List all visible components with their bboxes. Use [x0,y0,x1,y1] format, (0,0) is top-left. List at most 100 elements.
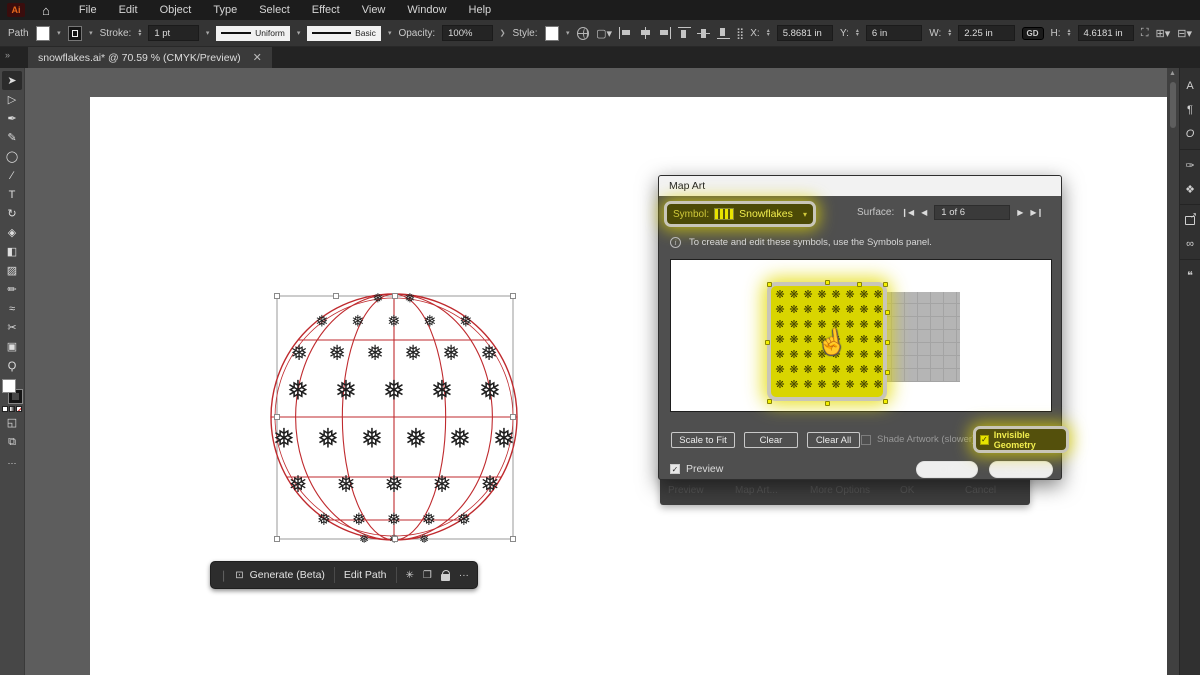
tab-close-icon[interactable]: ✕ [253,51,262,64]
selection-anchor[interactable] [885,370,890,375]
stroke-weight-chevron-icon[interactable]: ▾ [206,29,210,37]
align-right-icon[interactable] [658,27,671,39]
next-surface-icon[interactable]: ▶ [1017,208,1023,217]
menu-item-effect[interactable]: Effect [301,0,351,20]
export-panel-icon[interactable] [1180,208,1200,232]
selection-anchor[interactable] [767,399,772,404]
swatches-panel-icon[interactable]: ❖ [1180,177,1200,201]
toolbar-more-icon[interactable]: ··· [2,453,22,472]
scroll-up-icon[interactable]: ▲ [1169,70,1176,77]
h-stepper[interactable]: ▴▾ [1068,29,1071,37]
menu-item-object[interactable]: Object [149,0,203,20]
selection-anchor[interactable] [765,340,770,345]
opentype-panel-icon[interactable]: O [1180,122,1200,146]
last-surface-icon[interactable]: ▶❙ [1030,208,1043,217]
fill-stroke-indicator[interactable] [2,379,22,403]
vertical-scrollbar[interactable]: ▲ [1167,68,1179,675]
symbol-dropdown[interactable]: Symbol: Snowflakes ▾ [664,201,816,227]
artboard-tool[interactable]: ▣ [2,337,22,356]
paragraph-panel-icon[interactable]: ¶ [1180,98,1200,122]
isolate-mode-icon[interactable]: ⊞▾ [1156,27,1171,40]
align-bottom-icon[interactable] [717,27,730,39]
surface-preview-area[interactable]: ❋❋❋❋❋❋❋❋❋❋❋❋❋❋❋❋❋❋❋❋❋❋❋❋❋❋❋❋❋❋❋❋❋❋❋❋❋❋❋❋… [670,259,1052,412]
gradient-tool[interactable]: ▨ [2,261,22,280]
scissors-tool[interactable]: ✂ [2,318,22,337]
fill-color-swatch[interactable] [2,379,16,393]
selection-anchor[interactable] [825,401,830,406]
quick-actions-icon[interactable]: ⊟▾ [1177,27,1192,40]
menu-item-select[interactable]: Select [248,0,301,20]
scale-to-fit-button[interactable]: Scale to Fit [671,432,735,448]
selection-anchor[interactable] [883,282,888,287]
style-chevron-icon[interactable]: ▾ [566,29,570,37]
first-surface-icon[interactable]: ❙◀ [901,208,914,217]
align-left-icon[interactable] [619,27,632,39]
type-tool[interactable]: T [2,185,22,204]
tab-overflow-icon[interactable]: » [5,50,10,60]
surface-field[interactable]: 1 of 6 [934,205,1010,220]
edit-path-button[interactable]: Edit Path [344,569,387,581]
menu-item-edit[interactable]: Edit [108,0,149,20]
home-icon[interactable]: ⌂ [42,4,50,17]
y-stepper[interactable]: ▴▾ [856,29,859,37]
shape-options-icon[interactable]: ▢▾ [596,27,612,40]
document-tab[interactable]: snowflakes.ai* @ 70.59 % (CMYK/Preview) … [28,47,272,68]
shade-artwork-box[interactable] [861,435,871,445]
clear-button[interactable]: Clear [744,432,798,448]
opacity-expand-icon[interactable]: ❯ [500,29,506,37]
none-button[interactable] [16,406,22,412]
color-button[interactable] [2,406,8,412]
mapped-symbol-square[interactable]: ❋❋❋❋❋❋❋❋❋❋❋❋❋❋❋❋❋❋❋❋❋❋❋❋❋❋❋❋❋❋❋❋❋❋❋❋❋❋❋❋… [767,282,887,401]
constrain-proportions-icon[interactable]: GD [1022,27,1044,40]
stroke-weight-stepper[interactable]: ▴▾ [138,29,141,37]
lock-icon[interactable] [441,574,450,581]
selection-anchor[interactable] [767,282,772,287]
screen-mode-icon[interactable]: ⧉ [2,433,22,452]
fill-chevron-icon[interactable]: ▾ [57,29,61,37]
glyphs-panel-icon[interactable]: ✑ [1180,153,1200,177]
brush-definition-dropdown[interactable]: Basic [307,26,381,41]
eraser-tool[interactable]: ◈ [2,223,22,242]
style-swatch[interactable] [545,26,560,41]
stroke-swatch[interactable] [68,26,83,41]
generate-button[interactable]: ⊡ Generate (Beta) [235,569,325,581]
x-stepper[interactable]: ▴▾ [767,29,770,37]
character-panel-icon[interactable]: A [1180,74,1200,98]
zoom-tool[interactable]: Ϙ [2,356,22,375]
invisible-geometry-checkbox[interactable]: ✓ Invisible Geometry [973,426,1069,453]
brush-chevron-icon[interactable]: ▾ [388,29,392,37]
selection-anchor[interactable] [857,282,862,287]
selection-anchor[interactable] [825,280,830,285]
align-middle-icon[interactable] [697,27,710,39]
stroke-weight-field[interactable]: 1 pt [148,25,199,41]
reference-point-icon[interactable]: ⣿ [736,27,743,40]
align-top-icon[interactable] [678,27,691,39]
rotate-tool[interactable]: ↻ [2,204,22,223]
y-field[interactable]: 6 in [866,25,922,41]
width-profile-dropdown[interactable]: Uniform [216,26,290,41]
w-stepper[interactable]: ▴▾ [948,29,951,37]
pen-tool[interactable]: ✒ [2,109,22,128]
menu-item-view[interactable]: View [351,0,397,20]
document-setup-globe-icon[interactable] [577,27,590,40]
links-panel-icon[interactable]: ∞ [1180,232,1200,256]
opacity-field[interactable]: 100% [442,25,493,41]
width-profile-chevron-icon[interactable]: ▾ [297,29,301,37]
shade-artwork-checkbox[interactable]: Shade Artwork (slower) [861,434,975,445]
selection-anchor[interactable] [885,310,890,315]
generate-settings-icon[interactable]: ✳ [406,570,414,581]
illustrator-logo-icon[interactable]: Ai [7,3,25,17]
scrollbar-thumb[interactable] [1170,82,1176,128]
line-tool[interactable]: ∕ [2,166,22,185]
pencil-tool[interactable]: ✏ [2,280,22,299]
preview-box-check[interactable]: ✓ [670,464,680,474]
invisible-geometry-box[interactable]: ✓ [980,435,989,445]
clear-all-button[interactable]: Clear All [807,432,860,448]
direct-selection-tool[interactable]: ▷ [2,90,22,109]
cancel-button[interactable]: Cancel [989,461,1053,478]
w-field[interactable]: 2.25 in [958,25,1014,41]
align-center-icon[interactable] [639,27,652,39]
selection-anchor[interactable] [885,340,890,345]
snowflake-sphere-artwork[interactable]: ❅❅❅❅❅❅❅❅❅❅❅❅❅❅❅❅❅❅❅❅❅❅❅❅❅❅❅❅❅❅❅❅❅❅❅❅❅ [262,280,532,550]
gradient-button[interactable] [9,406,15,412]
